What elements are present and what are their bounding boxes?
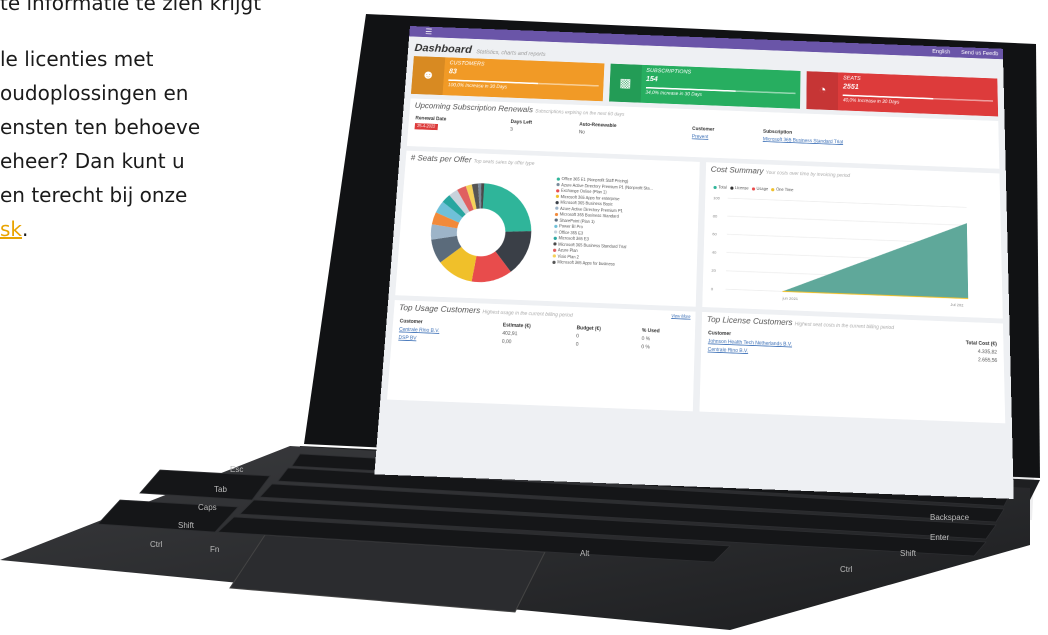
legend-swatch (552, 260, 556, 264)
legend-label[interactable]: One Time (776, 187, 793, 192)
x-tick-label: Jul 202 (950, 303, 963, 308)
table-cell: 0 % (641, 344, 650, 351)
language-selector[interactable]: English (932, 49, 950, 55)
seats-donut-chart (429, 183, 534, 284)
cost-area-chart: 100 80 60 40 20 0 jun 2021 Jul 202 (711, 196, 976, 308)
seats-panel: # Seats per Offer Top seats sales by off… (395, 150, 700, 307)
y-tick-label: 40 (712, 250, 717, 254)
key-ctrl: Ctrl (150, 540, 163, 549)
cost-panel: Cost Summary Your costs over time by inv… (702, 162, 1003, 319)
legend-swatch (556, 177, 561, 181)
legend-swatch (555, 200, 559, 205)
seats-legend: Office 365 E1 (Nonprofit Staff Pricing) A… (552, 177, 653, 270)
customer-link[interactable]: Centrale Rino B.V. (708, 347, 749, 354)
subscription-link[interactable]: Microsoft 365 Business Standard Trial (763, 137, 843, 145)
customer-link[interactable]: DSP BV (398, 336, 416, 342)
key-fn: Fn (210, 545, 219, 554)
legend-swatch (556, 188, 560, 193)
pie-chart-icon: ◔ (806, 71, 839, 111)
page-title: Dashboard (414, 41, 473, 56)
usage-table: Customer Estimate (€) Budget (€) % Used … (396, 317, 690, 353)
legend-swatch (713, 185, 717, 189)
customer-link[interactable]: Prevent (692, 135, 709, 140)
table-cell: 0,00 (501, 339, 512, 345)
hamburger-icon[interactable]: ☰ (425, 28, 433, 36)
kpi-customers[interactable]: ☻ CUSTOMERS 83 100,0% Increase in 30 Day… (410, 56, 605, 102)
donut-slice[interactable] (481, 183, 534, 233)
total-area[interactable] (782, 216, 969, 299)
view-more-link[interactable]: View More (671, 314, 690, 320)
grid-line (727, 216, 967, 225)
legend-swatch (552, 254, 557, 258)
feedback-link[interactable]: Send us Feedb (961, 50, 998, 57)
legend-label: Microsoft 365 Apps for business (557, 260, 615, 268)
legend-label: Office 365 E3 (558, 230, 584, 236)
legend-swatch (729, 186, 734, 190)
x-tick-label: jun 2021 (781, 296, 798, 301)
legend-swatch (556, 183, 560, 187)
key-esc: Esc (230, 465, 243, 474)
y-tick-label: 0 (711, 287, 713, 291)
legend-swatch (554, 212, 559, 216)
legend-label: Microsoft 365 E3 (558, 236, 589, 243)
legend-swatch (554, 218, 558, 222)
legend-swatch (771, 187, 775, 192)
y-tick-label: 100 (713, 196, 720, 200)
grid-line (728, 198, 967, 207)
key-caps: Caps (198, 503, 217, 512)
users-icon: ☻ (410, 56, 446, 96)
key-tab: Tab (214, 485, 227, 494)
legend-label: Visio Plan 2 (557, 254, 580, 260)
key-shift: Shift (178, 521, 195, 530)
legend-swatch (553, 236, 557, 240)
table-cell: 3 (509, 127, 513, 133)
table-cell: 2.655,56 (977, 357, 998, 364)
legend-swatch (751, 187, 755, 191)
legend-label: Power BI Pro (558, 224, 583, 230)
usage-panel: Top Usage Customers Highest usage in the… (386, 300, 696, 412)
kpi-seats[interactable]: ◔ SEATS 2551 40,0% Increase in 30 Days (806, 71, 999, 117)
y-tick-label: 20 (711, 269, 716, 273)
license-panel: Top License Customers Highest seat costs… (699, 311, 1006, 424)
legend-swatch (552, 248, 557, 252)
screen: ☰ English Send us Feedb Dashboard Statis… (374, 8, 1042, 608)
license-table: Customer Total Cost (€) Johnson Health T… (706, 329, 999, 365)
page-subtitle: Statistics, charts and reports (476, 49, 546, 58)
legend-swatch (554, 224, 558, 228)
legend-swatch (553, 230, 558, 234)
legend-swatch (555, 206, 559, 210)
table-cell: 0 (575, 342, 579, 348)
y-tick-label: 60 (712, 232, 717, 236)
panel-title: Cost Summary Your costs over time by inv… (710, 165, 851, 179)
legend-label: Azure Plan (557, 248, 578, 254)
legend-swatch (553, 242, 557, 246)
dashboard-app: ☰ English Send us Feedb Dashboard Statis… (374, 26, 1014, 499)
y-tick-label: 80 (713, 214, 718, 218)
bar-chart-icon: ▩ (608, 63, 642, 103)
legend-label[interactable]: Total (718, 185, 727, 190)
customer-link[interactable]: Centrale Rino B.V. (399, 327, 440, 333)
legend-label[interactable]: License (735, 186, 749, 191)
legend-swatch (555, 194, 560, 199)
legend-label[interactable]: Usage (757, 187, 769, 192)
kpi-subscriptions[interactable]: ▩ SUBSCRIPTIONS 154 34,0% Increase in 30… (608, 63, 801, 109)
date-badge: 25-4-2022 (414, 123, 438, 131)
